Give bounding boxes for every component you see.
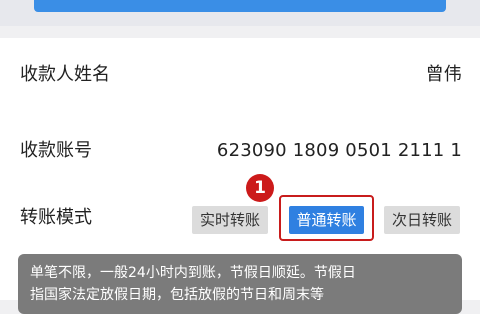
recipient-name-label: 收款人姓名 xyxy=(20,64,110,85)
transfer-mode-tooltip: 单笔不限，一般24小时内到账，节假日顺延。节假日 指国家法定放假日期，包括放假的… xyxy=(18,254,462,314)
top-action-button[interactable] xyxy=(34,0,446,12)
recipient-account-value: 623090 1809 0501 2111 1 xyxy=(216,140,462,161)
tooltip-line-1: 单笔不限，一般24小时内到账，节假日顺延。节假日 xyxy=(30,265,356,281)
top-bar xyxy=(0,0,480,26)
transfer-mode-label: 转账模式 xyxy=(20,207,92,228)
recipient-account-row: 收款账号 623090 1809 0501 2111 1 xyxy=(0,112,480,182)
annotation-highlight-box xyxy=(279,195,374,241)
next-day-transfer-button[interactable]: 次日转账 xyxy=(384,206,460,234)
recipient-name-row: 收款人姓名 曾伟 xyxy=(0,38,480,112)
realtime-transfer-button[interactable]: 实时转账 xyxy=(192,206,268,234)
recipient-name-value: 曾伟 xyxy=(425,64,462,85)
tooltip-line-2: 指国家法定放假日期，包括放假的节日和周末等 xyxy=(30,287,324,303)
recipient-account-label: 收款账号 xyxy=(20,140,92,161)
annotation-step-badge: 1 xyxy=(246,174,274,202)
